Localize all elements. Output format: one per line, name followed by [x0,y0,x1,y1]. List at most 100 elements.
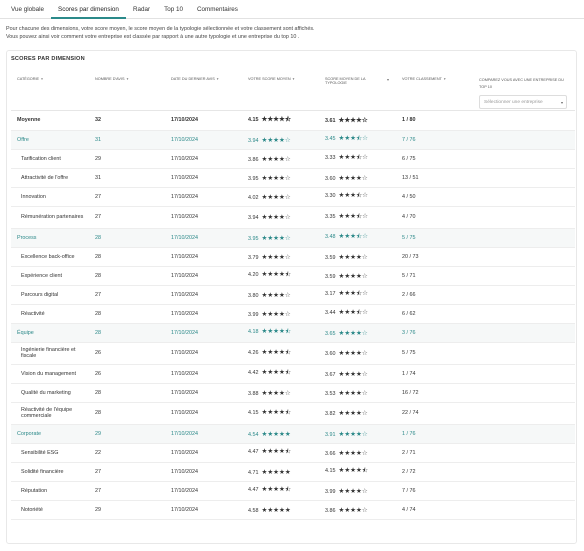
score-value: 4.18 [248,329,259,335]
row-typology-score: 3.59 ★★★★☆ [319,266,396,286]
score-value: 3.30 [325,193,336,199]
tab-1[interactable]: Scores par dimension [51,0,126,19]
row-typology-score: 3.67 ★★★★☆ [319,364,396,384]
row-your-score: 3.86 ★★★★☆ [242,149,319,169]
star-rating-icon: ★★★★☆ [338,329,368,337]
row-category: Moyenne [11,110,89,131]
score-value: 4.02 [248,194,259,201]
row-category: Process [11,228,89,248]
col-typology-score[interactable]: ▾ SCORE MOYEN DE LA TYPOLOGIE [319,74,396,111]
row-rank: 7 / 76 [396,481,473,501]
sort-caret-icon: ▾ [386,77,389,82]
row-category: Qualité du marketing [11,383,89,403]
score-value: 3.91 [325,431,336,438]
table-row: Réputation 27 17/10/2024 4.47 ★★★★⯪ 3.99 ★★★★☆… [11,481,575,501]
row-your-score: 4.15 ★★★★⯪ [242,110,319,131]
row-typology-score: 3.66 ★★★★☆ [319,443,396,463]
score-value: 3.86 [325,507,336,514]
score-value: 4.15 [325,468,336,474]
score-value: 3.33 [325,155,336,161]
score-value: 4.26 [248,349,259,356]
star-rating-icon: ★★★★★ [261,468,291,476]
row-count: 26 [89,342,165,365]
row-rank: 5 / 71 [396,266,473,286]
table-row[interactable]: Corporate 29 17/10/2024 4.54 ★★★★★ 3.91 ★★★★☆ 1… [11,424,575,444]
star-rating-icon: ★★★⯪☆ [338,290,368,297]
row-compare [473,364,575,384]
row-typology-score: 3.17 ★★★⯪☆ [319,285,396,305]
score-value: 3.80 [248,292,259,299]
scores-card: SCORES PAR DIMENSION CATÉGORIE ▾ NOMBRE D… [6,50,577,544]
row-typology-score: 3.61 ★★★★☆ [319,110,396,131]
tab-0[interactable]: Vue globale [4,0,51,19]
star-rating-icon: ★★★★☆ [261,174,291,182]
row-your-score: 4.47 ★★★★⯪ [242,443,319,463]
star-rating-icon: ★★★★⯪ [261,115,291,123]
table-row[interactable]: Offre 31 17/10/2024 3.94 ★★★★☆ 3.45 ★★★⯪☆ 7 / 7… [11,130,575,150]
row-rank: 6 / 75 [396,149,473,169]
score-value: 3.99 [325,488,336,495]
row-category: Réactivité [11,304,89,324]
row-date: 17/10/2024 [165,247,242,267]
star-rating-icon: ★★★★☆ [338,410,368,417]
score-value: 4.58 [248,507,259,514]
intro-line-1: Pour chacune des dimensions, votre score… [6,26,315,32]
row-count: 28 [89,247,165,267]
row-compare [473,323,575,343]
row-date: 17/10/2024 [165,402,242,425]
tab-4[interactable]: Commentaires [190,0,245,19]
row-count: 27 [89,462,165,482]
row-rank: 2 / 72 [396,462,473,482]
row-typology-score: 3.44 ★★★⯪☆ [319,304,396,324]
row-your-score: 3.95 ★★★★☆ [242,228,319,248]
star-rating-icon: ★★★★⯪ [261,271,291,278]
score-value: 4.15 [248,116,259,123]
row-count: 28 [89,323,165,343]
star-rating-icon: ★★★★☆ [261,155,291,163]
row-date: 17/10/2024 [165,285,242,305]
table-row: Solidité financière 27 17/10/2024 4.71 ★★★★★… [11,462,575,482]
chevron-down-icon: ▾ [560,100,563,105]
table-row[interactable]: Process 28 17/10/2024 3.95 ★★★★☆ 3.48 ★★★⯪☆ 5 /… [11,228,575,248]
table-row: Réactivité 28 17/10/2024 3.99 ★★★★☆ 3.44 ★★★⯪☆… [11,304,575,324]
scores-table: CATÉGORIE ▾ NOMBRE D'AVIS ▾ DATE DU DERNIE… [11,74,575,520]
row-count: 28 [89,304,165,324]
row-typology-score: 3.59 ★★★★☆ [319,247,396,267]
row-rank: 4 / 70 [396,206,473,229]
row-count: 28 [89,402,165,425]
col-count[interactable]: NOMBRE D'AVIS ▾ [89,74,165,111]
table-row: Excellence back-office 28 17/10/2024 3.79 ★★… [11,247,575,267]
row-category: Équipe [11,323,89,343]
tab-3[interactable]: Top 10 [157,0,190,19]
row-typology-score: 3.82 ★★★★☆ [319,402,396,425]
row-rank: 7 / 76 [396,130,473,150]
score-value: 3.53 [325,390,336,397]
compare-company-select[interactable]: Sélectionner une entreprise ▾ [479,95,567,109]
row-rank: 4 / 74 [396,500,473,520]
row-your-score: 4.71 ★★★★★ [242,462,319,482]
row-compare [473,110,575,131]
sort-caret-icon: ▾ [292,77,295,81]
table-header-row: CATÉGORIE ▾ NOMBRE D'AVIS ▾ DATE DU DERNIE… [11,74,575,111]
star-rating-icon: ★★★★☆ [261,291,291,299]
row-count: 31 [89,130,165,150]
row-your-score: 3.80 ★★★★☆ [242,285,319,305]
score-value: 4.54 [248,431,259,438]
star-rating-icon: ★★★★☆ [261,193,291,201]
tab-2[interactable]: Radar [126,0,157,19]
row-compare [473,304,575,324]
col-date[interactable]: DATE DU DERNIER AVIS ▾ [165,74,242,111]
row-category: Ingénierie financière et fiscale [11,342,89,365]
col-rank[interactable]: VOTRE CLASSEMENT ▾ [396,74,473,111]
sort-caret-icon: ▾ [126,77,129,81]
row-typology-score: 3.65 ★★★★☆ [319,323,396,343]
col-your-score[interactable]: VOTRE SCORE MOYEN ▾ [242,74,319,111]
sort-caret-icon: ▾ [41,77,43,81]
table-row[interactable]: Équipe 28 17/10/2024 4.18 ★★★★⯪ 3.65 ★★★★☆ 3 / … [11,323,575,343]
row-count: 27 [89,187,165,207]
col-category[interactable]: CATÉGORIE ▾ [11,74,89,111]
row-rank: 1 / 80 [396,110,473,131]
row-rank: 5 / 75 [396,342,473,365]
score-value: 3.99 [248,311,259,318]
row-count: 28 [89,228,165,248]
